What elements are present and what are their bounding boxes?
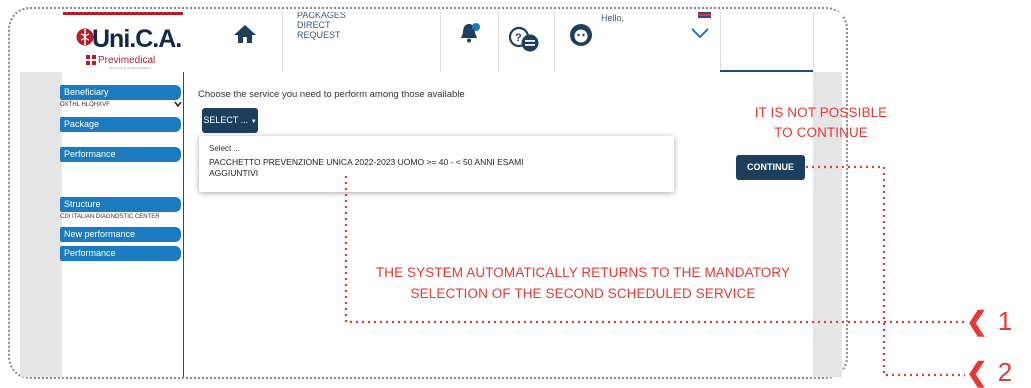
annotation-line-2 xyxy=(806,165,965,377)
marker-2: ❮ 2 xyxy=(966,357,1013,387)
marker-1: ❮ 1 xyxy=(966,306,1013,336)
annotation-returns: THE SYSTEM AUTOMATICALLY RETURNS TO THE … xyxy=(375,265,791,301)
chevron-left-icon: ❮ xyxy=(966,306,988,336)
chevron-left-icon: ❮ xyxy=(966,357,988,387)
annotation-lines xyxy=(344,165,965,377)
annotation-not-possible: IT IS NOT POSSIBLE TO CONTINUE xyxy=(754,105,888,140)
